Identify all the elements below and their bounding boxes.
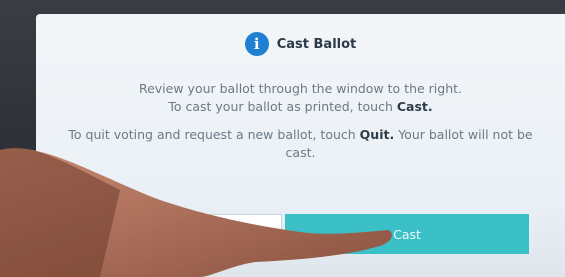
return-button[interactable]: ...an (110, 214, 282, 254)
cast-button[interactable]: Cast (285, 214, 529, 254)
info-icon: i (244, 32, 269, 56)
dialog-title: Cast Ballot (276, 36, 357, 52)
dialog-header: i Cast Ballot (36, 32, 565, 56)
return-button-label: ...an (182, 227, 210, 241)
instruction-quit-keyword: Quit. (359, 127, 395, 142)
instruction-cast-keyword: Cast. (396, 99, 433, 114)
instruction-review: Review your ballot through the window to… (56, 80, 545, 98)
instruction-quit: To quit voting and request a new ballot,… (56, 126, 545, 162)
instruction-review-text: Review your ballot through the window to… (138, 81, 463, 96)
cast-button-label: Cast (393, 226, 421, 242)
instruction-quit-text: To quit voting and request a new ballot,… (68, 127, 360, 142)
instruction-cast-text: To cast your ballot as printed, touch (168, 99, 397, 114)
instruction-cast: To cast your ballot as printed, touch Ca… (56, 98, 545, 116)
